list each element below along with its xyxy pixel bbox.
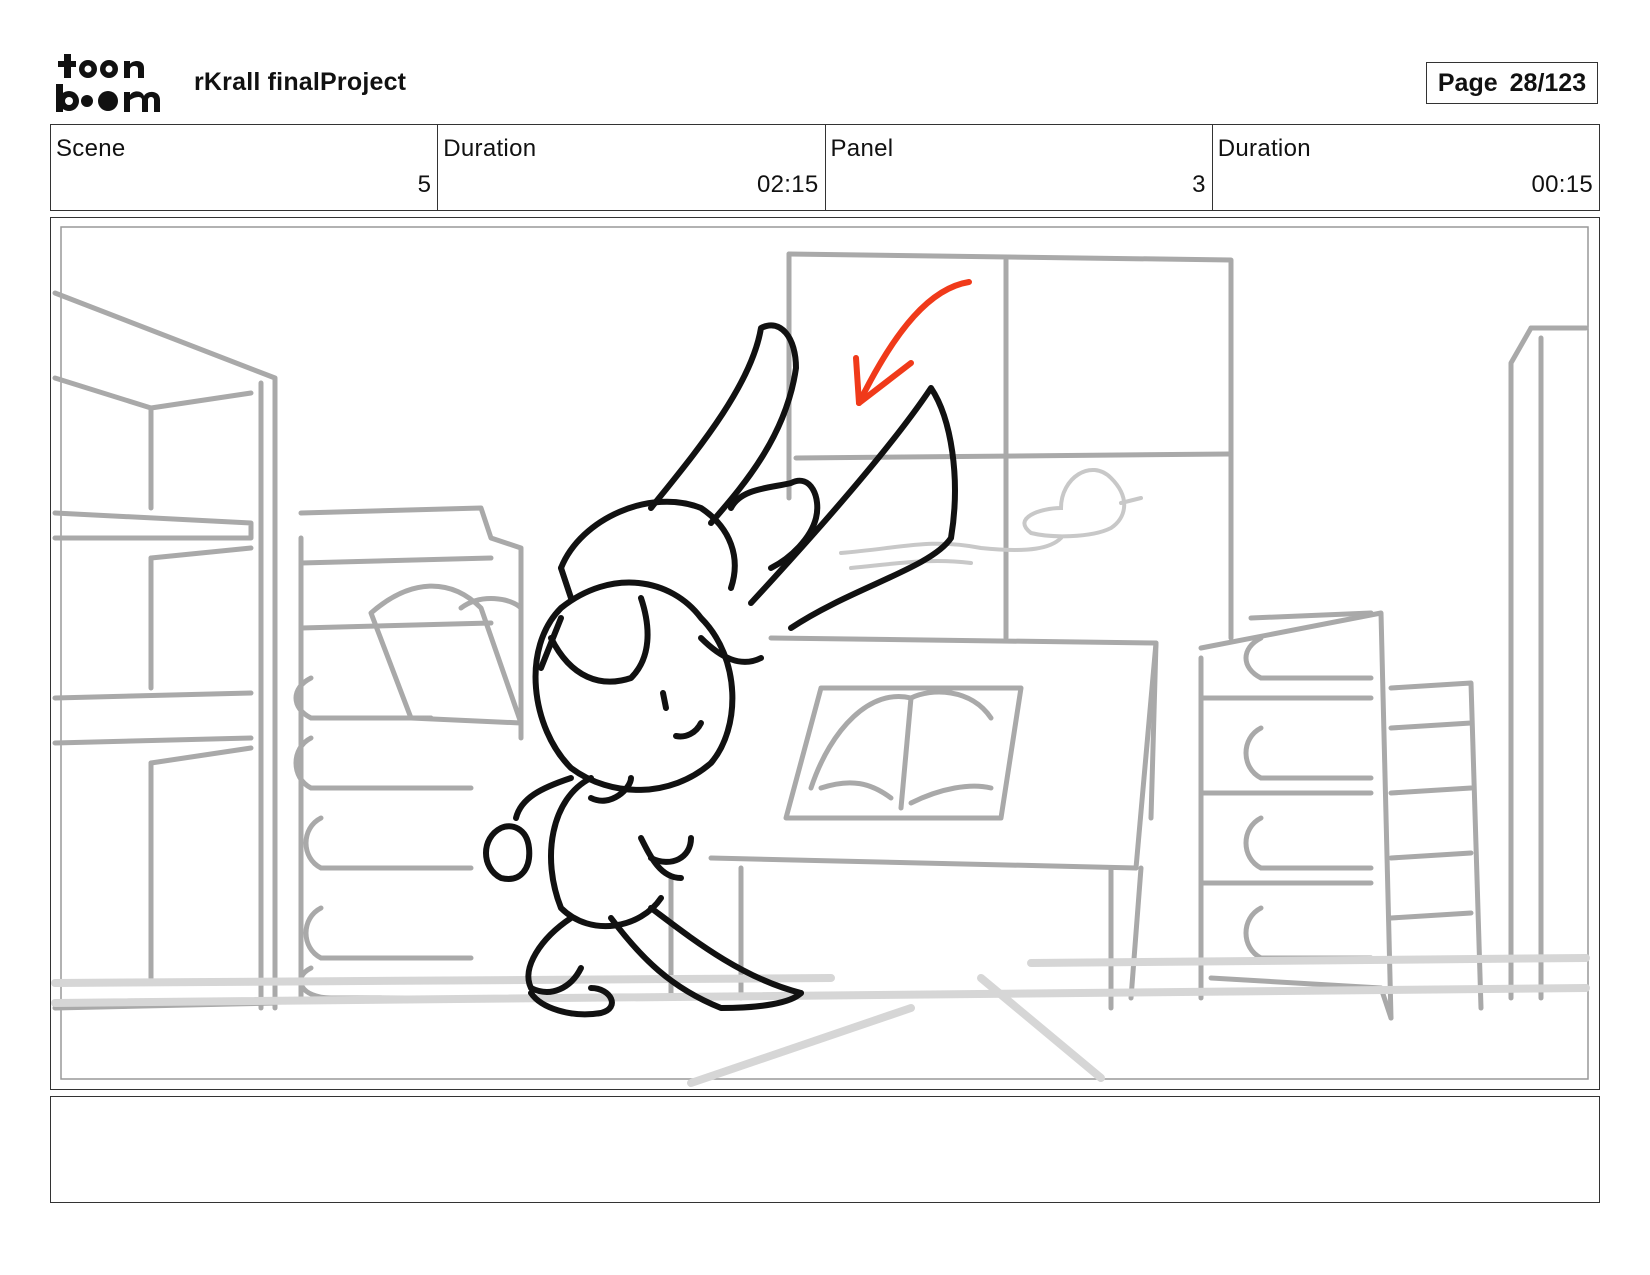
panel-duration-label: Duration	[1217, 135, 1311, 162]
panel-notes-box	[50, 1096, 1600, 1203]
storyboard-panel	[50, 217, 1600, 1090]
storyboard-drawing	[51, 226, 1590, 1087]
background-sketch	[52, 251, 1589, 1021]
panel-duration-cell: Duration 00:15	[1213, 125, 1599, 210]
project-title: rKrall finalProject	[194, 68, 407, 96]
floor-lines	[51, 954, 1590, 1087]
scene-label: Scene	[56, 135, 126, 162]
scene-cell: Scene 5	[51, 125, 439, 210]
page-indicator: Page 28/123	[1426, 62, 1598, 104]
panel-value: 3	[1192, 171, 1206, 198]
scene-value: 5	[417, 171, 432, 198]
toon-boom-logo	[54, 52, 172, 114]
ghost-sketch	[839, 467, 1143, 570]
page-number: 28/123	[1509, 68, 1587, 97]
scene-duration-cell: Duration 02:15	[438, 125, 826, 210]
character-sketch	[483, 322, 958, 1018]
panel-cell: Panel 3	[826, 125, 1213, 210]
scene-duration-label: Duration	[443, 135, 537, 162]
safe-area-frame	[60, 226, 1589, 1080]
scene-duration-value: 02:15	[756, 171, 819, 198]
panel-label: Panel	[830, 135, 894, 162]
motion-arrow	[853, 279, 972, 406]
scene-info-table: Scene 5 Duration 02:15 Panel 3 Duration …	[50, 124, 1600, 211]
panel-duration-value: 00:15	[1531, 171, 1593, 198]
page-label: Page	[1437, 68, 1498, 97]
